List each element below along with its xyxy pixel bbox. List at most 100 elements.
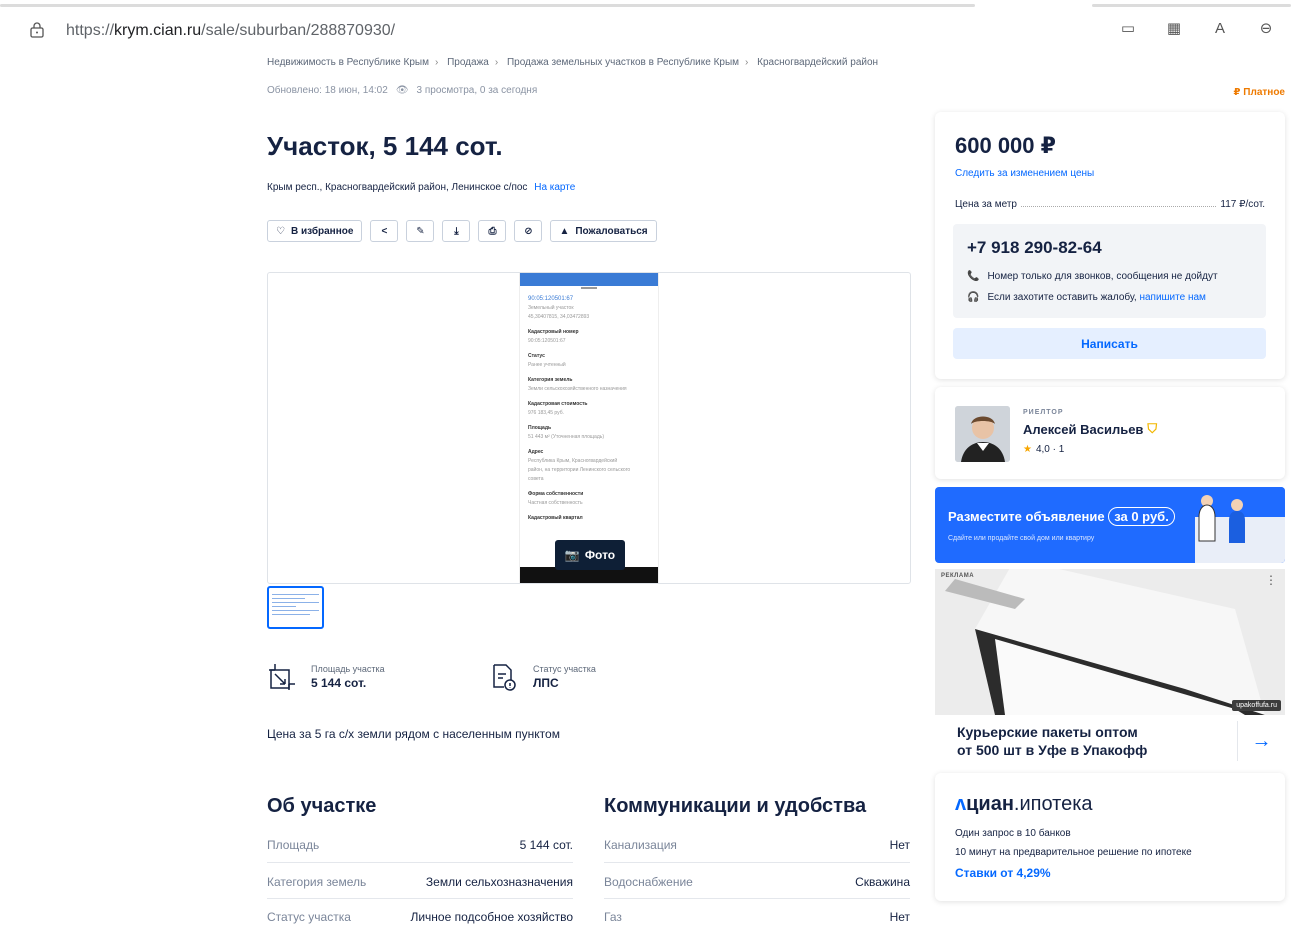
breadcrumb-item[interactable]: Красногвардейский район (757, 57, 878, 68)
tab-indicator[interactable] (0, 4, 975, 7)
printer-icon: ⎙ (488, 225, 497, 237)
mortgage-line: Один запрос в 10 банков (955, 828, 1071, 839)
photo-text-line: Частная собственность (528, 500, 583, 506)
photo-text-line: 90:05:120501:67 (528, 338, 566, 344)
utilities-title: Коммуникации и удобства (604, 795, 867, 817)
photo-text-line: 976 183,45 руб. (528, 410, 564, 416)
listing-meta: Обновлено: 18 июн, 14:02 👁 3 просмотра, … (267, 85, 537, 96)
breadcrumb-item[interactable]: Продажа (447, 57, 489, 68)
photo-text-line: район, на территории Ленинского сельског… (528, 467, 631, 473)
qr-icon[interactable]: ▦ (1165, 20, 1183, 38)
about-title: Об участке (267, 795, 377, 817)
phone-box: +7 918 290-82-64 📞 Номер только для звон… (953, 224, 1266, 318)
description: Цена за 5 га с/х земли рядом с населенны… (267, 727, 560, 741)
mortgage-rate-link[interactable]: Ставки от 4,29% (955, 866, 1051, 880)
address: Крым респ., Красногвардейский район, Лен… (267, 182, 575, 193)
tab-strip (0, 0, 1291, 8)
more-icon[interactable]: ⋮ (1265, 573, 1277, 587)
edit-button[interactable]: ✎ (406, 220, 435, 242)
updated-text: Обновлено: 18 июн, 14:02 (267, 85, 388, 96)
photo-text-line: 90:05:120501:67 (528, 296, 574, 302)
warning-icon: ▲ (559, 225, 570, 237)
download-icon: ⤓ (454, 225, 459, 237)
map-link[interactable]: На карте (534, 182, 575, 193)
photo-text-line: Кадастровый номер (528, 329, 579, 335)
url-text[interactable]: https://krym.cian.ru/sale/suburban/28887… (66, 22, 395, 40)
shield-icon: ⛉ (1147, 421, 1158, 436)
download-button[interactable]: ⤓ (442, 220, 471, 242)
photo-button[interactable]: 📷 Фото (555, 540, 625, 570)
tab-indicator[interactable] (1092, 4, 1291, 7)
heart-icon: ♡ (276, 225, 285, 237)
views-text[interactable]: 3 просмотра, 0 за сегодня (417, 85, 538, 96)
ad-block[interactable]: РЕКЛАМА ⋮ upakoffufa.ru Курьерские пакет… (935, 569, 1285, 767)
utilities-row: Канализация Нет (604, 838, 910, 852)
address-bar[interactable]: https://krym.cian.ru/sale/suburban/28887… (0, 10, 1291, 52)
mortgage-card[interactable]: ᴧциан.ипотека Один запрос в 10 банков 10… (935, 773, 1285, 901)
ad-label: РЕКЛАМА (941, 573, 975, 579)
eye-icon: 👁 (395, 85, 409, 96)
photo-text-line: Адрес (528, 449, 544, 455)
agent-rating: ★ 4,0 · 1 (1023, 444, 1065, 455)
photo-thumbnail[interactable] (267, 586, 324, 629)
hide-button[interactable]: ⊘ (514, 220, 543, 242)
phone-status-bar (520, 273, 658, 286)
favorite-button[interactable]: ♡ В избранное (267, 220, 363, 242)
agent-name[interactable]: Алексей Васильев ⛉ (1023, 421, 1157, 437)
banner-title: Разместите объявление за 0 руб. (948, 507, 1175, 526)
photo-text-line: 45,30407815, 34,03472893 (528, 314, 590, 320)
hide-icon: ⊘ (524, 225, 533, 237)
complaint-note: 🎧 Если захотите оставить жалобу, напишит… (967, 292, 1206, 303)
breadcrumb-item[interactable]: Продажа земельных участков в Республике … (507, 57, 739, 68)
paid-badge[interactable]: ₽ Платное (1234, 87, 1285, 98)
photo-text-line: Кадастровая стоимость (528, 401, 588, 407)
photo-text-line: Республика Крым, Красногвардейский (528, 458, 618, 464)
utilities-row: Газ Нет (604, 910, 910, 924)
banner-subtitle: Сдайте или продайте свой дом или квартир… (948, 535, 1095, 542)
ad-image[interactable]: РЕКЛАМА ⋮ upakoffufa.ru (935, 569, 1285, 715)
photo-text-line: Земли сельскохозяйственного назначения (528, 386, 627, 392)
photo-text-line: Статус (528, 353, 545, 359)
phone-number[interactable]: +7 918 290-82-64 (967, 238, 1102, 258)
photo-text-line: 51 443 м² (Уточненная площадь) (528, 434, 605, 440)
headset-icon: 🎧 (967, 292, 980, 303)
star-icon: ★ (1023, 444, 1032, 455)
feature-label: Статус участка (533, 664, 596, 674)
share-icon: < (381, 225, 388, 237)
pencil-icon: ✎ (416, 225, 425, 237)
device-icon[interactable]: ▭ (1119, 20, 1137, 38)
share-button[interactable]: < (370, 220, 399, 242)
follow-price-link[interactable]: Следить за изменением цены (955, 168, 1094, 179)
complain-button[interactable]: ▲ Пожаловаться (550, 220, 657, 242)
price-per-unit: Цена за метр 117 ₽/сот. (955, 199, 1265, 210)
agent-card[interactable]: РИЕЛТОР Алексей Васильев ⛉ ★ 4,0 · 1 (935, 387, 1285, 479)
feature-value: 5 144 сот. (311, 676, 367, 690)
phone-note: 📞 Номер только для звонков, сообщения не… (967, 271, 1218, 282)
address-text[interactable]: Крым респ., Красногвардейский район, Лен… (267, 182, 527, 193)
photo-text-line: Земельный участок (528, 305, 574, 311)
photo-gallery[interactable]: 90:05:120501:67 Земельный участок 45,30407… (267, 272, 911, 584)
read-aloud-icon[interactable]: A (1211, 20, 1229, 38)
feature-status: Статус участка ЛПС (489, 662, 596, 692)
photo-text-line: Категория земель (528, 377, 573, 383)
document-status-icon (493, 664, 516, 691)
avatar[interactable] (955, 406, 1010, 462)
breadcrumb-item[interactable]: Недвижимость в Республике Крым (267, 57, 429, 68)
print-button[interactable]: ⎙ (478, 220, 507, 242)
price: 600 000 ₽ (955, 133, 1056, 158)
lock-icon[interactable] (30, 22, 44, 38)
photo-text-line: Ранее учтенный (528, 362, 566, 368)
write-us-link[interactable]: напишите нам (1139, 292, 1205, 303)
ad-title[interactable]: Курьерские пакеты оптом от 500 шт в Уфе … (957, 723, 1147, 759)
ad-domain[interactable]: upakoffufa.ru (1232, 700, 1281, 711)
phone-icon: 📞 (967, 271, 980, 282)
write-button[interactable]: Написать (953, 328, 1266, 359)
about-row: Площадь 5 144 сот. (267, 838, 573, 852)
zoom-out-icon[interactable]: ⊖ (1257, 20, 1275, 38)
mortgage-line: 10 минут на предварительное решение по и… (955, 847, 1192, 858)
arrow-right-icon[interactable]: → (1237, 721, 1285, 761)
photo-text-line: Площадь (528, 425, 552, 431)
feature-label: Площадь участка (311, 664, 385, 674)
promo-banner[interactable]: Разместите объявление за 0 руб. Сдайте и… (935, 487, 1285, 563)
listing-photo[interactable]: 90:05:120501:67 Земельный участок 45,30407… (519, 273, 659, 583)
